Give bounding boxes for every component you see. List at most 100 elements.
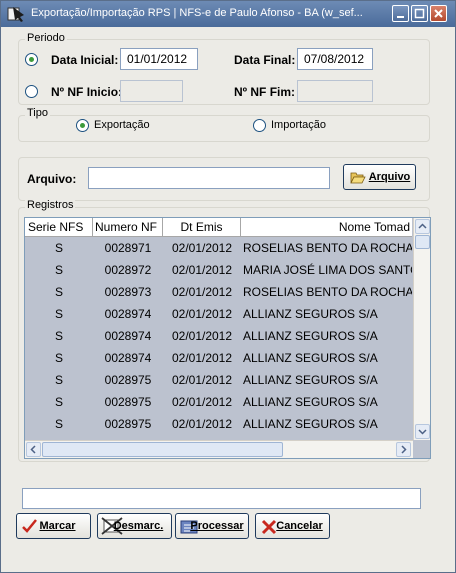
maximize-button[interactable] [411, 5, 428, 22]
radio-periodo-data[interactable] [25, 53, 38, 66]
registros-table[interactable]: Serie NFS Numero NF Dt Emis Nome Tomad S… [24, 217, 431, 459]
radio-exportacao[interactable] [76, 119, 89, 132]
table-cell: ALLIANZ SEGUROS S/A [243, 417, 378, 431]
radio-periodo-nf[interactable] [25, 85, 38, 98]
table-row[interactable]: S 0028974 02/01/2012 ALLIANZ SEGUROS S/A [25, 347, 412, 369]
processar-button[interactable]: Processar [175, 513, 249, 539]
arquivo-input[interactable] [88, 167, 330, 189]
table-row[interactable]: S 0028975 02/01/2012 ALLIANZ SEGUROS S/A [25, 413, 412, 435]
exportacao-label: Exportação [94, 119, 150, 131]
scroll-right-button[interactable] [396, 442, 411, 457]
horizontal-scroll-thumb[interactable] [42, 442, 283, 457]
table-cell: S [54, 285, 63, 299]
folder-open-icon [350, 172, 366, 184]
nf-inicio-field[interactable] [120, 80, 183, 102]
horizontal-scrollbar[interactable] [25, 440, 413, 458]
table-cell: MARIA JOSÉ LIMA DOS SANTOS [243, 263, 412, 277]
desmarcar-button[interactable]: Desmarc. [97, 513, 172, 539]
status-field [22, 488, 421, 509]
column-header-numero[interactable]: Numero NF [93, 218, 163, 236]
table-row[interactable]: S 0028975 02/01/2012 ALLIANZ SEGUROS S/A [25, 391, 412, 413]
table-row[interactable]: S 0028972 02/01/2012 MARIA JOSÉ LIMA DOS SA… [25, 259, 412, 281]
arrow-left-icon [30, 445, 36, 454]
desmarcar-button-label: Desmarc. [113, 520, 164, 532]
tipo-group-label: Tipo [25, 107, 50, 119]
table-cell: ROSELIAS BENTO DA ROCHA [243, 285, 412, 299]
table-cell: S [54, 395, 63, 409]
scroll-down-button[interactable] [415, 424, 430, 439]
table-cell: 0028975 [104, 417, 152, 431]
table-cell: S [54, 351, 63, 365]
cancelar-button[interactable]: Cancelar [255, 513, 330, 539]
minimize-icon [397, 16, 404, 18]
table-cell: 0028974 [104, 329, 152, 343]
table-cell: 0028971 [104, 241, 152, 255]
table-cell: 02/01/2012 [171, 241, 233, 255]
table-cell: 02/01/2012 [171, 351, 233, 365]
table-cell: 0028974 [104, 307, 152, 321]
table-row[interactable]: S 0028974 02/01/2012 ALLIANZ SEGUROS S/A [25, 325, 412, 347]
table-cell: ALLIANZ SEGUROS S/A [243, 395, 378, 409]
window-title: Exportação/Importação RPS | NFS-e de Pau… [31, 7, 363, 19]
marcar-button-label: Marcar [39, 520, 76, 532]
app-icon [7, 7, 24, 22]
table-cell: 0028975 [104, 373, 152, 387]
column-header-serie[interactable]: Serie NFS [25, 218, 93, 236]
nf-fim-field[interactable] [297, 80, 373, 102]
table-cell: S [54, 263, 63, 277]
table-cell: S [54, 329, 63, 343]
table-cell: 02/01/2012 [171, 373, 233, 387]
table-cell: 0028973 [104, 285, 152, 299]
cancelar-button-label: Cancelar [276, 520, 323, 532]
title-bar[interactable]: Exportação/Importação RPS | NFS-e de Pau… [1, 1, 455, 27]
data-inicial-field[interactable]: 01/01/2012 [120, 48, 198, 70]
table-cell: 02/01/2012 [171, 263, 233, 277]
registros-group-label: Registros [25, 199, 76, 211]
table-cell: 02/01/2012 [171, 395, 233, 409]
arrow-right-icon [401, 445, 407, 454]
table-cell: 02/01/2012 [171, 285, 233, 299]
table-row[interactable]: S 0028971 02/01/2012 ROSELIAS BENTO DA ROCH… [25, 237, 412, 259]
vertical-scroll-thumb[interactable] [415, 235, 430, 249]
table-cell: 02/01/2012 [171, 417, 233, 431]
nf-fim-label: Nº NF Fim: [234, 85, 296, 99]
marcar-button[interactable]: Marcar [16, 513, 91, 539]
minimize-button[interactable] [392, 5, 409, 22]
table-cell: ALLIANZ SEGUROS S/A [243, 329, 378, 343]
table-row[interactable]: S 0028973 02/01/2012 ROSELIAS BENTO DA ROCH… [25, 281, 412, 303]
table-cell: S [54, 417, 63, 431]
data-final-field[interactable]: 07/08/2012 [297, 48, 373, 70]
table-cell: 02/01/2012 [171, 307, 233, 321]
table-cell: 02/01/2012 [171, 329, 233, 343]
table-row[interactable]: S 0028975 02/01/2012 ALLIANZ SEGUROS S/A [25, 369, 412, 391]
processar-button-label: Processar [190, 520, 244, 532]
table-cell: S [54, 307, 63, 321]
column-header-dt-emis[interactable]: Dt Emis [163, 218, 241, 236]
arquivo-label: Arquivo: [27, 172, 77, 186]
vertical-scrollbar[interactable] [413, 218, 430, 440]
table-header: Serie NFS Numero NF Dt Emis Nome Tomad [25, 218, 412, 237]
scroll-left-button[interactable] [26, 442, 41, 457]
table-cell: ALLIANZ SEGUROS S/A [243, 373, 378, 387]
table-cell: 0028974 [104, 351, 152, 365]
table-cell: ALLIANZ SEGUROS S/A [243, 351, 378, 365]
arquivo-button[interactable]: Arquivo [343, 164, 416, 190]
radio-importacao[interactable] [253, 119, 266, 132]
periodo-group-label: Periodo [25, 32, 67, 44]
nf-inicio-label: Nº NF Inicio: [51, 85, 123, 99]
table-cell: S [54, 373, 63, 387]
importacao-label: Importação [271, 119, 327, 131]
arrow-down-icon [418, 429, 427, 435]
column-header-nome[interactable]: Nome Tomad [241, 218, 412, 236]
close-button[interactable] [430, 5, 447, 22]
scroll-up-button[interactable] [415, 219, 430, 234]
arquivo-button-label: Arquivo [368, 171, 411, 183]
table-row[interactable]: S 0028974 02/01/2012 ALLIANZ SEGUROS S/A [25, 303, 412, 325]
data-final-label: Data Final: [234, 53, 296, 67]
table-cell: S [54, 241, 63, 255]
data-inicial-label: Data Inicial: [51, 53, 119, 67]
table-cell: 0028975 [104, 395, 152, 409]
main-window: Exportação/Importação RPS | NFS-e de Pau… [0, 0, 456, 573]
table-cell: ALLIANZ SEGUROS S/A [243, 307, 378, 321]
arrow-up-icon [418, 223, 427, 229]
